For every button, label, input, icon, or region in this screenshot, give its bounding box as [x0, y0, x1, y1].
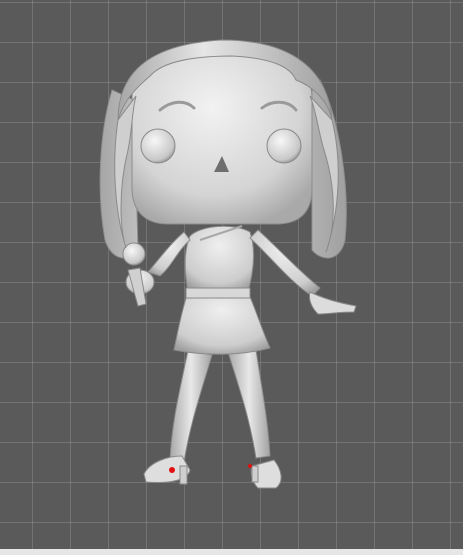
legs — [169, 349, 271, 463]
microphone-icon — [122, 242, 146, 266]
marker-red-dot — [248, 464, 252, 468]
skirt — [173, 291, 271, 355]
arm-left-microphone — [122, 231, 191, 307]
eye-left — [140, 128, 176, 164]
marker-red-dot — [169, 467, 175, 473]
figurine-model[interactable] — [0, 0, 463, 555]
3d-viewport[interactable] — [0, 0, 463, 555]
torso — [184, 225, 255, 293]
high-heel-shoes — [143, 455, 282, 489]
waist-band — [185, 287, 251, 299]
eye-right — [266, 128, 302, 164]
